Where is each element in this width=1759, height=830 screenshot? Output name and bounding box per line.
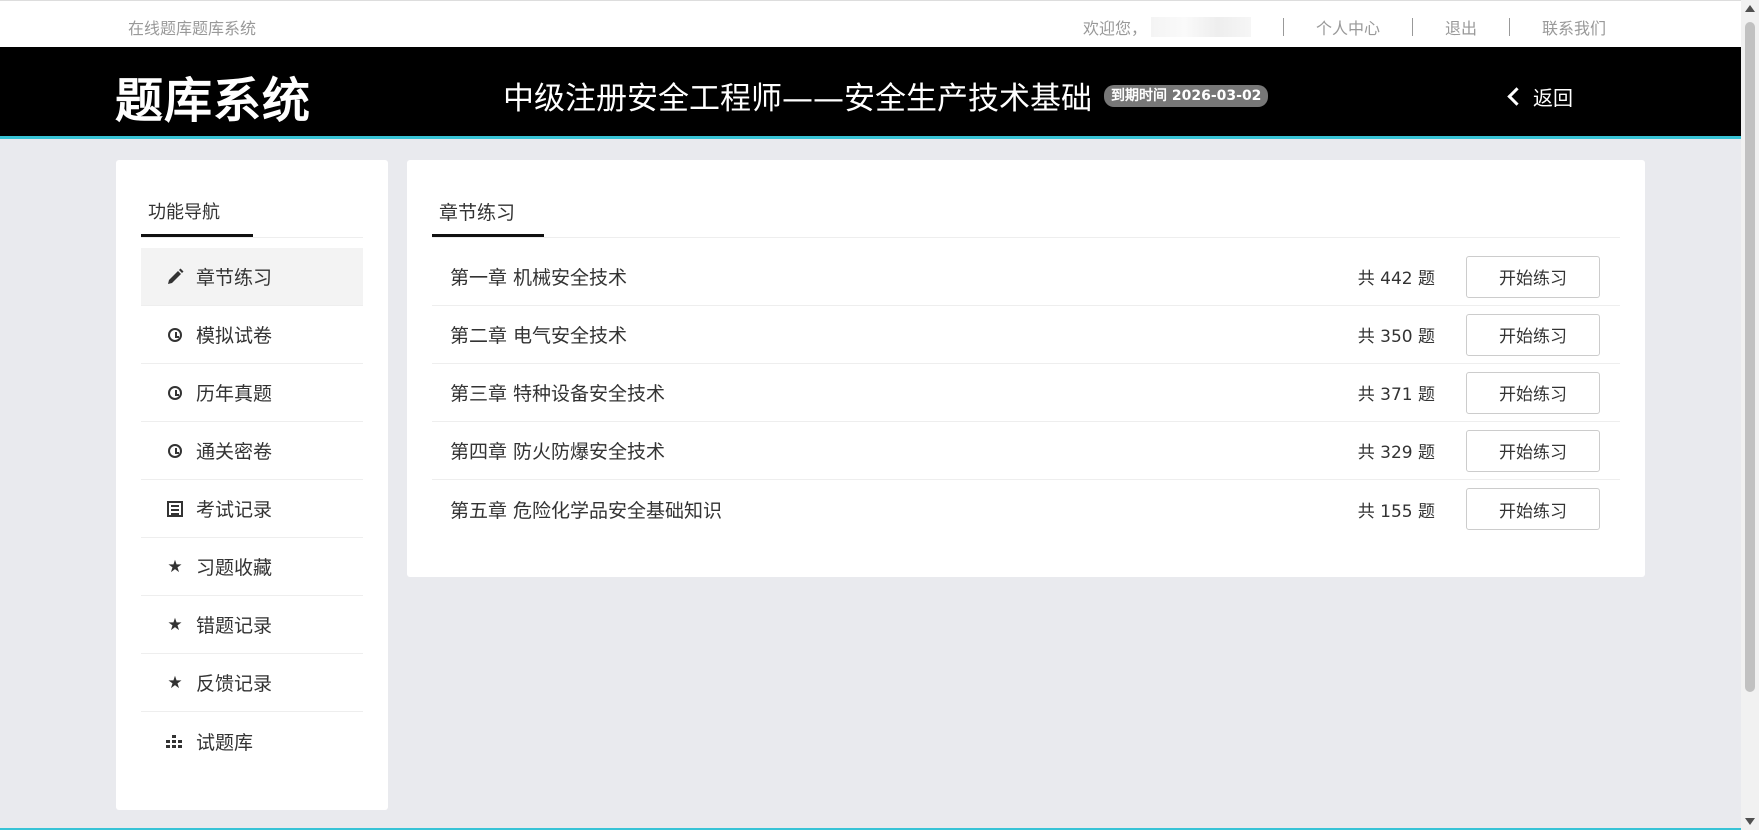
tab-chapter-practice[interactable]: 章节练习 (439, 198, 515, 225)
start-practice-button[interactable]: 开始练习 (1466, 313, 1600, 356)
divider (1508, 18, 1510, 36)
tab-underline (432, 234, 544, 237)
chapter-title: 第二章 电气安全技术 (450, 325, 628, 347)
pencil-icon (166, 268, 184, 286)
sidebar-item-label: 试题库 (196, 731, 254, 754)
divider (1282, 18, 1284, 36)
sidebar-header: 功能导航 (141, 160, 363, 238)
sidebar-item-mock-exam[interactable]: 模拟试卷 (141, 306, 363, 364)
chapter-row: 第五章 危险化学品安全基础知识 共 155 题 开始练习 (432, 480, 1620, 538)
welcome-label: 欢迎您， (1082, 19, 1147, 38)
subject-name: 中级注册安全工程师——安全生产技术基础 (503, 81, 1092, 117)
user-center-link[interactable]: 个人中心 (1316, 15, 1380, 39)
divider (1411, 18, 1413, 36)
sidebar-item-label: 章节练习 (196, 267, 273, 289)
sidebar-item-label: 模拟试卷 (196, 325, 273, 347)
contact-link[interactable]: 联系我们 (1542, 15, 1606, 39)
top-bar: 在线题库题库系统 欢迎您， 个人中心 退出 联系我们 (0, 0, 1741, 48)
expire-badge: 到期时间 2026-03-02 (1104, 84, 1269, 107)
sidebar-item-chapter-practice[interactable]: 章节练习 (141, 248, 363, 306)
bars-icon (166, 732, 184, 750)
vertical-scrollbar[interactable] (1741, 0, 1759, 830)
sidebar-item-past-papers[interactable]: 历年真题 (141, 364, 363, 422)
chapter-title: 第三章 特种设备安全技术 (450, 383, 666, 405)
back-label: 返回 (1533, 86, 1573, 110)
back-button[interactable]: 返回 (1507, 82, 1573, 111)
chevron-left-icon (1507, 87, 1526, 106)
logout-link[interactable]: 退出 (1445, 15, 1477, 39)
scrollbar-thumb[interactable] (1745, 22, 1755, 692)
logo: 题库系统 (115, 73, 312, 129)
sidebar-item-label: 错题记录 (196, 615, 273, 637)
clock-icon (166, 384, 184, 402)
header: 题库系统 中级注册安全工程师——安全生产技术基础 到期时间 2026-03-02… (0, 47, 1741, 139)
list-icon (166, 500, 184, 518)
chapter-title: 第五章 危险化学品安全基础知识 (450, 499, 723, 522)
sidebar: 功能导航 章节练习 模拟试卷 历年真题 通关密卷 考试记录 ★ 习题收藏 ★ 错… (116, 160, 388, 810)
chapter-list: 第一章 机械安全技术 共 442 题 开始练习 第二章 电气安全技术 共 350… (432, 248, 1620, 538)
sidebar-item-label: 通关密卷 (196, 441, 273, 463)
chapter-count: 共 442 题 (1357, 269, 1435, 289)
sidebar-item-secret-papers[interactable]: 通关密卷 (141, 422, 363, 480)
sidebar-item-label: 历年真题 (196, 383, 273, 405)
site-name: 在线题库题库系统 (128, 19, 257, 38)
scroll-down-icon[interactable] (1745, 818, 1755, 825)
chapter-row: 第一章 机械安全技术 共 442 题 开始练习 (432, 248, 1620, 306)
chapter-title: 第一章 机械安全技术 (450, 267, 628, 289)
start-practice-button[interactable]: 开始练习 (1466, 371, 1600, 414)
start-practice-button[interactable]: 开始练习 (1466, 255, 1600, 298)
star-icon: ★ (167, 672, 183, 693)
welcome-text: 欢迎您， (1083, 15, 1251, 39)
scroll-up-icon[interactable] (1745, 5, 1755, 12)
sidebar-item-label: 习题收藏 (196, 557, 273, 579)
chapter-count: 共 371 题 (1357, 385, 1435, 405)
clock-icon (166, 326, 184, 344)
sidebar-item-exam-records[interactable]: 考试记录 (141, 480, 363, 538)
star-icon: ★ (167, 614, 183, 635)
sidebar-item-feedback[interactable]: ★ 反馈记录 (141, 654, 363, 712)
main-panel: 章节练习 第一章 机械安全技术 共 442 题 开始练习 第二章 电气安全技术 … (407, 160, 1645, 577)
chapter-title: 第四章 防火防爆安全技术 (450, 441, 666, 463)
sidebar-title-underline (141, 234, 253, 237)
sidebar-item-wrong-answers[interactable]: ★ 错题记录 (141, 596, 363, 654)
chapter-row: 第二章 电气安全技术 共 350 题 开始练习 (432, 306, 1620, 364)
chapter-count: 共 350 题 (1357, 327, 1435, 347)
chapter-count: 共 329 题 (1357, 443, 1435, 463)
chapter-count: 共 155 题 (1357, 501, 1435, 522)
sidebar-title: 功能导航 (148, 202, 220, 223)
sidebar-item-favorites[interactable]: ★ 习题收藏 (141, 538, 363, 596)
username-redacted (1150, 17, 1251, 37)
start-practice-button[interactable]: 开始练习 (1466, 429, 1600, 472)
top-links: 欢迎您， 个人中心 退出 联系我们 (1083, 15, 1606, 39)
sidebar-list: 章节练习 模拟试卷 历年真题 通关密卷 考试记录 ★ 习题收藏 ★ 错题记录 ★… (141, 248, 363, 770)
start-practice-button[interactable]: 开始练习 (1466, 488, 1600, 530)
subject-title: 中级注册安全工程师——安全生产技术基础 到期时间 2026-03-02 (503, 73, 1269, 118)
star-icon: ★ (167, 556, 183, 577)
chapter-row: 第四章 防火防爆安全技术 共 329 题 开始练习 (432, 422, 1620, 480)
chapter-row: 第三章 特种设备安全技术 共 371 题 开始练习 (432, 364, 1620, 422)
sidebar-item-question-bank[interactable]: 试题库 (141, 712, 363, 770)
sidebar-item-label: 反馈记录 (196, 673, 273, 695)
main-tabs: 章节练习 (432, 160, 1620, 238)
clock-icon (166, 442, 184, 460)
sidebar-item-label: 考试记录 (196, 499, 273, 521)
